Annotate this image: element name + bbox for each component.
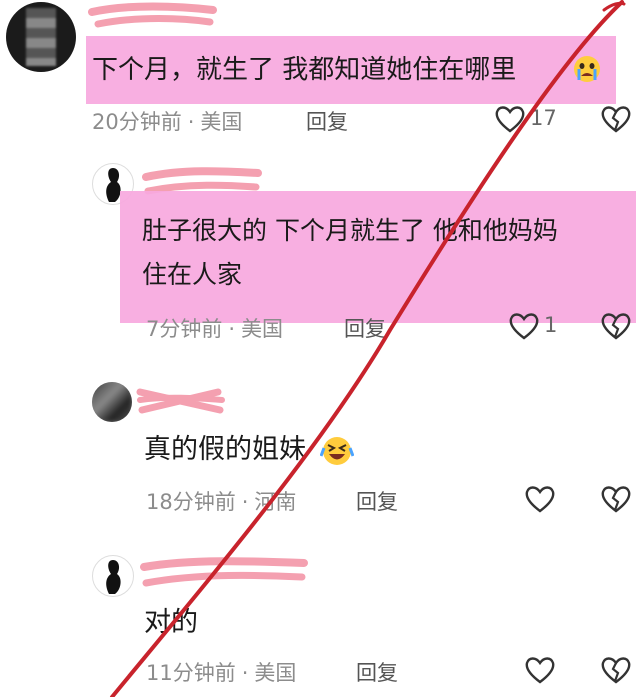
comment-text-line2: 住在人家 [142, 260, 243, 289]
like-heart-icon[interactable] [524, 484, 556, 514]
comment-location: 美国 [241, 317, 284, 341]
reply-button[interactable]: 回复 [356, 486, 398, 516]
like-count: 17 [530, 106, 557, 130]
dislike-broken-heart-icon[interactable] [600, 311, 632, 341]
comment-location: 河南 [254, 490, 297, 514]
reply-button[interactable]: 回复 [356, 657, 398, 687]
like-heart-icon[interactable] [508, 311, 540, 341]
avatar[interactable] [92, 382, 132, 422]
crying-face-emoji [574, 56, 600, 82]
comment-3: 真的假的姐妹 18分钟前 · 河南 回复 [0, 370, 636, 530]
comment-location: 美国 [254, 661, 297, 685]
dislike-broken-heart-icon[interactable] [600, 104, 632, 134]
like-heart-icon[interactable] [524, 655, 556, 685]
comment-time: 20分钟前 [92, 110, 182, 134]
avatar[interactable] [6, 2, 76, 72]
comment-location: 美国 [200, 110, 243, 134]
comment-time: 11分钟前 [146, 661, 236, 685]
reply-button[interactable]: 回复 [306, 106, 348, 136]
comment-meta: 20分钟前 · 美国 [92, 110, 243, 134]
comment-meta: 7分钟前 · 美国 [146, 317, 284, 341]
comment-time: 7分钟前 [146, 317, 223, 341]
redacted-username [136, 388, 225, 414]
dislike-broken-heart-icon[interactable] [600, 655, 632, 685]
avatar[interactable] [92, 555, 134, 597]
redacted-username [140, 557, 308, 587]
comment-text: 下个月，就生了 我都知道她住在哪里 [92, 55, 517, 85]
dislike-broken-heart-icon[interactable] [600, 484, 632, 514]
like-count: 1 [544, 313, 558, 337]
redacted-username [88, 2, 217, 28]
comment-text: 对的 [144, 607, 198, 638]
like-heart-icon[interactable] [494, 104, 526, 134]
comment-time: 18分钟前 [146, 490, 236, 514]
avatar-figure-icon [106, 560, 121, 594]
comment-1: 下个月，就生了 我都知道她住在哪里 20分钟前 · 美国 回复 17 [0, 0, 636, 145]
comment-text-line1: 肚子很大的 下个月就生了 他和他妈妈 [142, 216, 558, 245]
comment-4: 对的 11分钟前 · 美国 回复 [0, 545, 636, 697]
comment-2: 肚子很大的 下个月就生了 他和他妈妈 住在人家 7分钟前 · 美国 回复 1 [0, 145, 636, 345]
comment-text: 真的假的姐妹 [144, 434, 306, 465]
rolling-laughing-emoji [320, 437, 354, 465]
comment-meta: 18分钟前 · 河南 [146, 490, 297, 514]
comment-meta: 11分钟前 · 美国 [146, 661, 297, 685]
reply-button[interactable]: 回复 [344, 313, 386, 343]
